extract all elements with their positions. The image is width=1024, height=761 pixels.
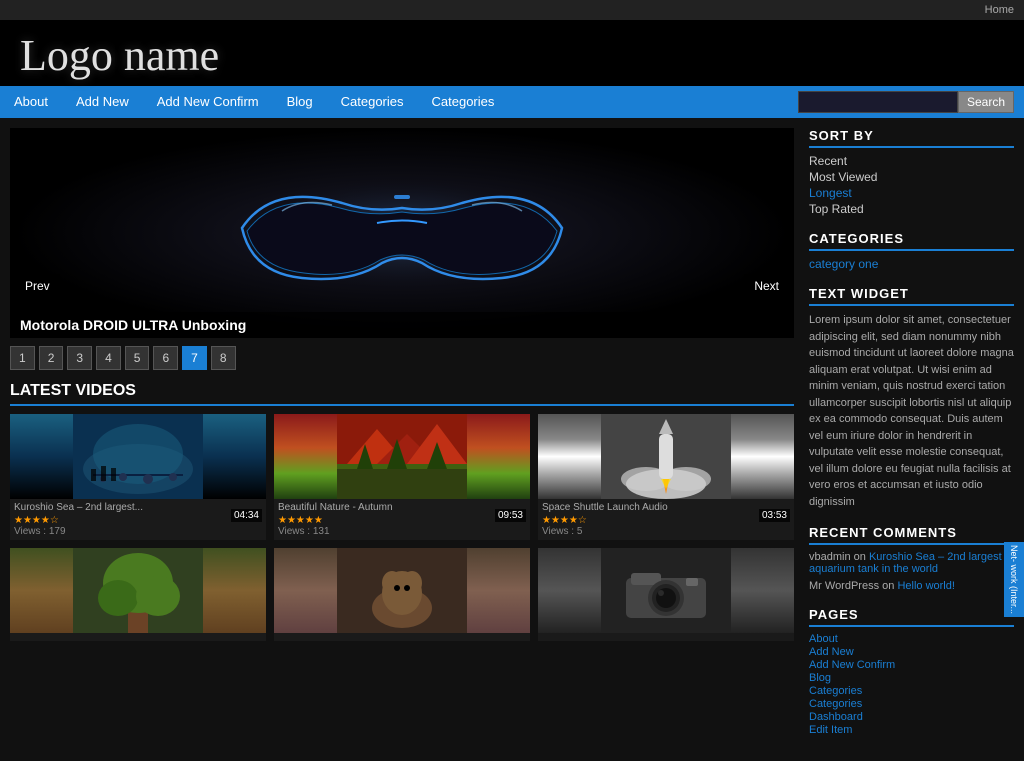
text-widget-section: TEXT WIDGET Lorem ipsum dolor sit amet, … — [809, 286, 1014, 510]
sidebar: SORT BY Recent Most Viewed Longest Top R… — [794, 128, 1014, 751]
page-btn-5[interactable]: 5 — [125, 346, 150, 370]
sort-top-rated[interactable]: Top Rated — [809, 202, 1014, 216]
main-layout: Prev Next Motorola DROID ULTRA Unboxing … — [0, 118, 1024, 761]
comment-link-2[interactable]: Hello world! — [897, 580, 954, 592]
duration-3: 03:53 — [759, 509, 790, 522]
content-area: Prev Next Motorola DROID ULTRA Unboxing … — [10, 128, 794, 751]
video-grid: 04:34 Kuroshio Sea – 2nd largest... ★★★★… — [10, 414, 794, 641]
sort-most-viewed[interactable]: Most Viewed — [809, 170, 1014, 184]
prev-button[interactable]: Prev — [15, 274, 60, 298]
video-thumb-2[interactable]: 09:53 Beautiful Nature - Autumn ★★★★★ Vi… — [274, 414, 530, 540]
video-thumb-4[interactable] — [10, 548, 266, 641]
stars-3: ★★★★☆ — [542, 515, 790, 526]
nav-add-new-confirm[interactable]: Add New Confirm — [143, 86, 273, 118]
logo-area: Logo name — [0, 20, 1024, 86]
page-btn-6[interactable]: 6 — [153, 346, 178, 370]
comment-2: Mr WordPress on Hello world! — [809, 580, 1014, 592]
recent-comments-section: RECENT COMMENTS vbadmin on Kuroshio Sea … — [809, 525, 1014, 592]
page-categories-1[interactable]: Categories — [809, 685, 1014, 697]
page-dashboard[interactable]: Dashboard — [809, 711, 1014, 723]
video-info-1: Kuroshio Sea – 2nd largest... ★★★★☆ View… — [10, 499, 266, 540]
sort-by-section: SORT BY Recent Most Viewed Longest Top R… — [809, 128, 1014, 216]
comment-author-1: vbadmin — [809, 551, 851, 563]
pages-title: PAGES — [809, 607, 1014, 627]
page-btn-8[interactable]: 8 — [211, 346, 236, 370]
slider-image — [10, 128, 794, 338]
network-badge: Net- work (Inter... — [1004, 542, 1024, 617]
page-categories-2[interactable]: Categories — [809, 698, 1014, 710]
video-title-2: Beautiful Nature - Autumn — [278, 502, 526, 513]
categories-section: CATEGORIES category one — [809, 231, 1014, 271]
category-one-link[interactable]: category one — [809, 257, 1014, 271]
video-info-6 — [538, 633, 794, 641]
video-image-1 — [10, 414, 266, 499]
views-2: Views : 131 — [278, 526, 526, 537]
comment-on-2: on — [882, 580, 897, 592]
latest-videos-title: LATEST VIDEOS — [10, 382, 794, 406]
video-image-5 — [274, 548, 530, 633]
stars-2: ★★★★★ — [278, 515, 526, 526]
page-btn-1[interactable]: 1 — [10, 346, 35, 370]
page-btn-2[interactable]: 2 — [39, 346, 64, 370]
page-btn-3[interactable]: 3 — [67, 346, 92, 370]
top-bar: Home — [0, 0, 1024, 20]
video-thumb-1[interactable]: 04:34 Kuroshio Sea – 2nd largest... ★★★★… — [10, 414, 266, 540]
video-image-2 — [274, 414, 530, 499]
comment-1: vbadmin on Kuroshio Sea – 2nd largest aq… — [809, 551, 1014, 575]
page-add-new-confirm[interactable]: Add New Confirm — [809, 659, 1014, 671]
featured-slider: Prev Next Motorola DROID ULTRA Unboxing — [10, 128, 794, 338]
video-title-3: Space Shuttle Launch Audio — [542, 502, 790, 513]
sort-recent[interactable]: Recent — [809, 154, 1014, 168]
nav-categories-1[interactable]: Categories — [327, 86, 418, 118]
video-thumb-3[interactable]: 03:53 Space Shuttle Launch Audio ★★★★☆ V… — [538, 414, 794, 540]
search-area: Search — [798, 91, 1024, 113]
page-edit-item[interactable]: Edit Item — [809, 724, 1014, 736]
slider-caption: Motorola DROID ULTRA Unboxing — [10, 312, 794, 338]
recent-comments-title: RECENT COMMENTS — [809, 525, 1014, 545]
video-info-2: Beautiful Nature - Autumn ★★★★★ Views : … — [274, 499, 530, 540]
stars-1: ★★★★☆ — [14, 515, 262, 526]
pages-list: About Add New Add New Confirm Blog Categ… — [809, 633, 1014, 736]
sort-by-title: SORT BY — [809, 128, 1014, 148]
next-button[interactable]: Next — [744, 274, 789, 298]
video-image-4 — [10, 548, 266, 633]
page-add-new[interactable]: Add New — [809, 646, 1014, 658]
video-image-6 — [538, 548, 794, 633]
pages-section: PAGES About Add New Add New Confirm Blog… — [809, 607, 1014, 736]
video-info-4 — [10, 633, 266, 641]
sort-longest[interactable]: Longest — [809, 186, 1014, 200]
page-about[interactable]: About — [809, 633, 1014, 645]
video-thumb-5[interactable] — [274, 548, 530, 641]
views-3: Views : 5 — [542, 526, 790, 537]
text-widget-title: TEXT WIDGET — [809, 286, 1014, 306]
page-btn-7[interactable]: 7 — [182, 346, 207, 370]
pagination: 1 2 3 4 5 6 7 8 — [10, 346, 794, 370]
video-title-1: Kuroshio Sea – 2nd largest... — [14, 502, 262, 513]
logo-text: Logo name — [20, 30, 1004, 81]
search-button[interactable]: Search — [958, 91, 1014, 113]
text-widget-body: Lorem ipsum dolor sit amet, consectetuer… — [809, 312, 1014, 510]
duration-1: 04:34 — [231, 509, 262, 522]
views-1: Views : 179 — [14, 526, 262, 537]
video-info-5 — [274, 633, 530, 641]
page-btn-4[interactable]: 4 — [96, 346, 121, 370]
video-thumb-6[interactable] — [538, 548, 794, 641]
page-blog[interactable]: Blog — [809, 672, 1014, 684]
video-image-3 — [538, 414, 794, 499]
video-info-3: Space Shuttle Launch Audio ★★★★☆ Views :… — [538, 499, 794, 540]
nav-blog[interactable]: Blog — [273, 86, 327, 118]
navigation: About Add New Add New Confirm Blog Categ… — [0, 86, 1024, 118]
search-input[interactable] — [798, 91, 958, 113]
home-link[interactable]: Home — [985, 4, 1014, 16]
categories-title: CATEGORIES — [809, 231, 1014, 251]
comment-author-2: Mr WordPress — [809, 580, 879, 592]
comment-on-1: on — [854, 551, 869, 563]
duration-2: 09:53 — [495, 509, 526, 522]
nav-categories-2[interactable]: Categories — [418, 86, 509, 118]
nav-add-new[interactable]: Add New — [62, 86, 143, 118]
nav-about[interactable]: About — [0, 86, 62, 118]
